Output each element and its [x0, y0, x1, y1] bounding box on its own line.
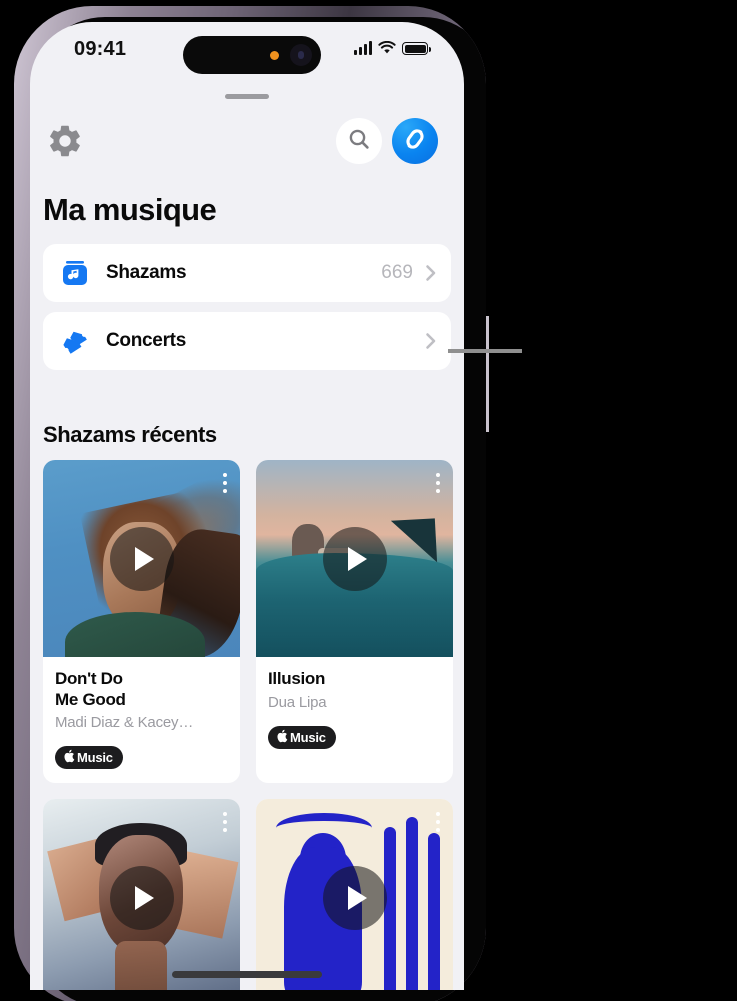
chevron-right-icon — [425, 331, 437, 351]
play-icon[interactable] — [322, 865, 387, 930]
track-artist: Madi Diaz & Kacey… — [55, 714, 194, 732]
card-body: Illusion Dua Lipa Music — [256, 657, 453, 763]
apple-logo-icon — [276, 729, 288, 746]
apple-music-badge-label: Music — [77, 750, 113, 766]
list-item[interactable]: Illusion Dua Lipa Music — [256, 460, 453, 784]
battery-full-icon — [402, 42, 431, 55]
chevron-right-icon — [425, 263, 437, 283]
play-icon[interactable] — [322, 526, 387, 591]
badge-wrap: Music — [268, 726, 441, 749]
home-indicator-bar[interactable] — [172, 971, 322, 978]
status-bar-indicators — [354, 40, 431, 55]
wifi-icon — [378, 40, 396, 55]
album-artwork[interactable] — [256, 799, 453, 990]
status-bar: 09:41 — [30, 22, 464, 80]
apple-logo-icon — [63, 749, 75, 766]
app-header — [30, 110, 464, 176]
orange-activity-dot-icon — [270, 51, 279, 60]
cellular-bars-icon — [354, 40, 372, 55]
play-icon[interactable] — [109, 865, 174, 930]
album-artwork[interactable] — [43, 460, 240, 657]
page-title: Ma musique — [43, 192, 217, 227]
shazams-count: 669 — [381, 262, 413, 283]
list-item[interactable] — [256, 799, 453, 990]
more-options-icon[interactable] — [433, 470, 443, 496]
list-item[interactable]: Don't Do Me Good Madi Diaz & Kacey… Musi… — [43, 460, 240, 784]
search-button[interactable] — [336, 118, 382, 164]
recent-shazams-grid: Don't Do Me Good Madi Diaz & Kacey… Musi… — [43, 460, 453, 990]
dynamic-island — [183, 36, 321, 74]
callout-leader-line — [448, 349, 522, 353]
apple-music-badge[interactable]: Music — [55, 746, 123, 770]
play-icon[interactable] — [109, 526, 174, 591]
apple-music-badge[interactable]: Music — [268, 726, 336, 749]
sidebar-item-shazams[interactable]: Shazams 669 — [43, 244, 451, 302]
section-title-recent-shazams: Shazams récents — [43, 422, 217, 447]
list-item[interactable] — [43, 799, 240, 990]
phone-screen: 09:41 Ma musique Shazams 669 Concerts Sh… — [30, 22, 464, 990]
track-title: Illusion — [268, 669, 326, 688]
gear-icon[interactable] — [46, 122, 84, 160]
concert-tickets-icon — [60, 326, 90, 356]
shazam-logo-icon — [399, 123, 431, 160]
search-icon — [347, 127, 371, 156]
screenshot-root: 09:41 Ma musique Shazams 669 Concerts Sh… — [0, 0, 737, 1001]
album-artwork[interactable] — [43, 799, 240, 990]
track-artist: Dua Lipa — [268, 694, 327, 711]
sidebar-item-concerts[interactable]: Concerts — [43, 312, 451, 370]
sidebar-item-label: Shazams — [106, 262, 187, 283]
status-bar-time: 09:41 — [74, 38, 127, 60]
more-options-icon[interactable] — [433, 809, 443, 835]
shazam-button[interactable] — [392, 118, 438, 164]
music-library-note-icon — [60, 258, 90, 288]
badge-wrap: Music — [55, 746, 228, 770]
album-artwork[interactable] — [256, 460, 453, 657]
apple-music-badge-label: Music — [290, 730, 326, 745]
track-title: Don't Do Me Good — [55, 669, 126, 709]
more-options-icon[interactable] — [220, 470, 230, 496]
my-music-list: Shazams 669 Concerts — [43, 244, 451, 380]
sidebar-item-label: Concerts — [106, 330, 186, 351]
front-camera-icon — [290, 44, 312, 66]
card-body: Don't Do Me Good Madi Diaz & Kacey… Musi… — [43, 657, 240, 783]
callout-vertical-edge — [486, 316, 489, 432]
sheet-grab-handle[interactable] — [225, 94, 269, 99]
more-options-icon[interactable] — [220, 809, 230, 835]
